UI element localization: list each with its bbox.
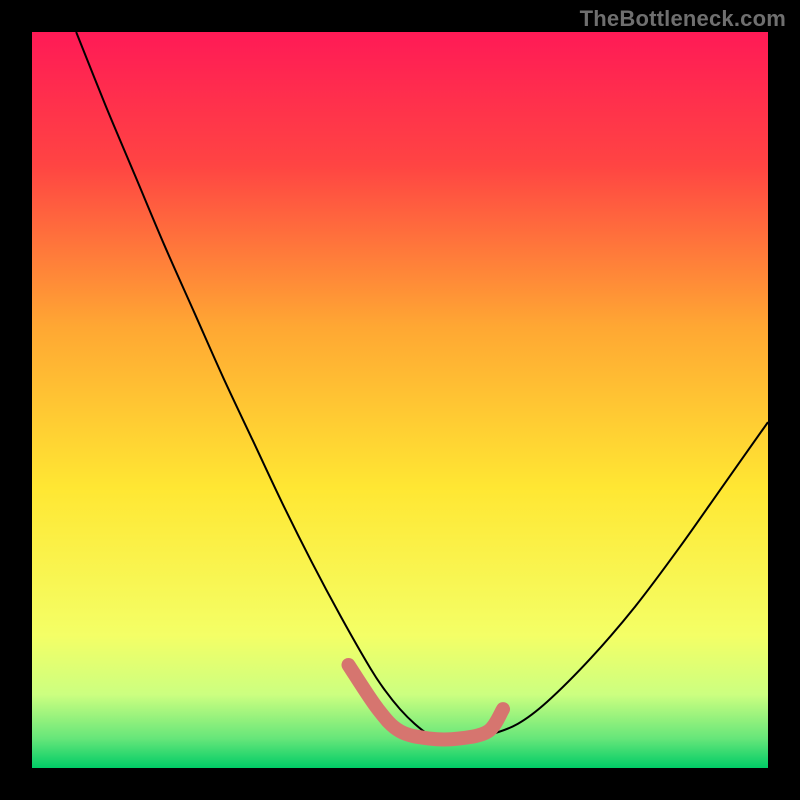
chart-background — [32, 32, 768, 768]
watermark-text: TheBottleneck.com — [580, 6, 786, 32]
chart-svg — [32, 32, 768, 768]
chart-frame: TheBottleneck.com — [0, 0, 800, 800]
chart-plot-area — [32, 32, 768, 768]
